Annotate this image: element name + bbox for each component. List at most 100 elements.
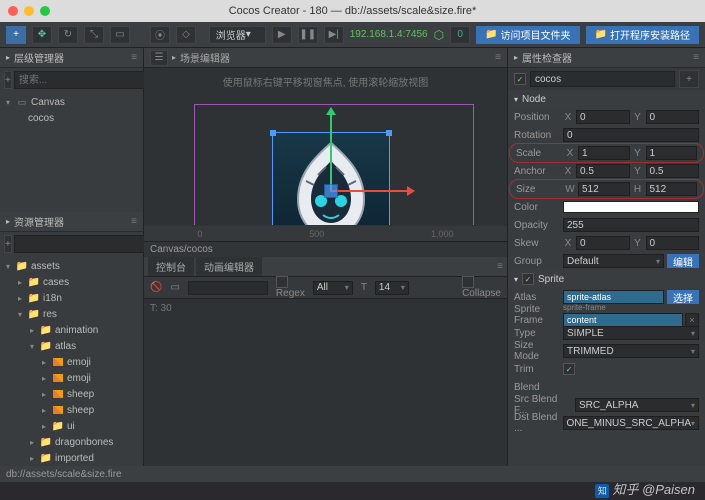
position-y-input[interactable]: 0 [646,110,700,124]
preview-address: 192.168.1.4:7456 [350,29,428,40]
sprite-section-header[interactable]: ▾✓Sprite [508,270,705,288]
console-filter-input[interactable] [188,281,268,295]
asset-folder[interactable]: 📁ui [4,418,139,434]
panel-menu-icon[interactable]: ≡ [497,261,503,272]
scene-tool-1[interactable]: ☰ [150,50,168,66]
console-collapse-checkbox[interactable]: Collapse [462,276,501,299]
node-section-header[interactable]: ▾Node [508,90,705,108]
gizmo-x-axis[interactable] [330,190,408,192]
open-app-path-button[interactable]: 📁 打开程序安装路径 [586,26,699,44]
window-title: Cocos Creator - 180 — db://assets/scale&… [0,5,705,17]
assets-add-button[interactable]: + [4,235,12,253]
main-toolbar: + ✥ ↻ ⤡ ▭ ⦿ ◇ 浏览器 ▾ ▶ ❚❚ ▶| 192.168.1.4:… [0,22,705,48]
console-regex-checkbox[interactable]: Regex [276,276,305,299]
add-component-button[interactable]: + [679,70,699,88]
close-window-button[interactable] [8,6,18,16]
anchor-x-input[interactable]: 0.5 [576,164,630,178]
size-mode-select[interactable]: TRIMMED [563,344,699,358]
gizmo-y-axis[interactable] [330,114,332,192]
asset-item[interactable]: sheep [4,402,139,418]
sprite-type-select[interactable]: SIMPLE [563,326,699,340]
scene-breadcrumb[interactable]: Canvas/cocos [144,241,507,257]
tab-console[interactable]: 控制台 [148,257,194,276]
asset-folder[interactable]: 📁i18n [4,290,139,306]
asset-folder[interactable]: 📁assets [4,258,139,274]
panel-menu-icon[interactable]: ≡ [693,52,699,63]
console-toolbar: 🚫 ▭ Regex All T 14 Collapse [144,277,507,299]
asset-folder[interactable]: 📁imported [4,450,139,466]
add-button[interactable]: + [6,26,26,44]
rotation-input[interactable]: 0 [563,128,699,142]
inspector-panel-header: ▸属性检查器 ≡ [508,48,705,68]
tab-animation[interactable]: 动画编辑器 [196,257,262,276]
size-w-input[interactable]: 512 [578,182,630,196]
atlas-field[interactable]: sprite-atlas [563,290,664,304]
watermark: 知知乎 @Paisen [595,479,695,498]
window-titlebar: Cocos Creator - 180 — db://assets/scale&… [0,0,705,22]
scale-tool-button[interactable]: ⤡ [84,26,104,44]
minimize-window-button[interactable] [24,6,34,16]
scene-panel-header: ☰ ▸ 场景编辑器 ≡ [144,48,507,68]
move-tool-button[interactable]: ✥ [32,26,52,44]
wifi-icon: ⬡ [434,28,444,42]
console-line: T: 30 [150,303,501,314]
dst-blend-select[interactable]: ONE_MINUS_SRC_ALPHA [563,416,700,430]
scale-y-input[interactable]: 1 [646,146,698,160]
asset-folder[interactable]: 📁res [4,306,139,322]
open-project-folder-button[interactable]: 📁 访问项目文件夹 [476,26,579,44]
device-count: 0 [450,26,470,44]
hierarchy-panel-header: ▸层级管理器 ≡ [0,48,143,68]
position-x-input[interactable]: 0 [576,110,630,124]
node-name-field[interactable]: cocos [530,71,675,87]
panel-menu-icon[interactable]: ≡ [131,52,137,63]
console-level-select[interactable]: All [313,281,353,295]
local-toggle-button[interactable]: ◇ [176,26,196,44]
pivot-toggle-button[interactable]: ⦿ [150,26,170,44]
hierarchy-node-canvas[interactable]: Canvas [4,94,139,110]
console-clear-button[interactable]: 🚫 [150,282,162,293]
atlas-select-button[interactable]: 选择 [667,290,699,304]
scene-viewport[interactable]: 使用鼠标右键平移视窗焦点, 使用滚轮缩放视图 05001,000 [144,68,507,241]
play-button[interactable]: ▶ [272,26,292,44]
skew-y-input[interactable]: 0 [646,236,700,250]
step-button[interactable]: ▶| [324,26,344,44]
scene-ruler: 05001,000 [144,225,507,241]
platform-select[interactable]: 浏览器 ▾ [209,26,266,44]
group-edit-button[interactable]: 编辑 [667,254,699,268]
skew-x-input[interactable]: 0 [576,236,630,250]
group-select[interactable]: Default [563,254,664,268]
asset-item[interactable]: emoji [4,354,139,370]
panel-menu-icon[interactable]: ≡ [495,52,501,63]
hierarchy-add-button[interactable]: + [4,71,12,89]
assets-panel-header: ▸资源管理器 ≡ [0,212,143,232]
asset-folder[interactable]: 📁cases [4,274,139,290]
trim-checkbox[interactable]: ✓ [563,363,575,375]
asset-item[interactable]: emoji [4,370,139,386]
anchor-y-input[interactable]: 0.5 [646,164,700,178]
opacity-input[interactable]: 255 [563,218,699,232]
gizmo-center[interactable] [324,184,338,198]
pause-button[interactable]: ❚❚ [298,26,318,44]
scale-x-input[interactable]: 1 [578,146,630,160]
console-open-button[interactable]: ▭ [170,282,179,293]
scene-panel-title: 场景编辑器 [180,50,230,65]
asset-folder[interactable]: 📁atlas [4,338,139,354]
bottom-panel-tabs: 控制台 动画编辑器 ≡ [144,257,507,277]
rotate-tool-button[interactable]: ↻ [58,26,78,44]
scene-hint-text: 使用鼠标右键平移视窗焦点, 使用滚轮缩放视图 [223,74,429,89]
font-size-icon: T [361,282,367,293]
rect-tool-button[interactable]: ▭ [110,26,130,44]
assets-search-input[interactable] [14,235,156,253]
size-h-input[interactable]: 512 [646,182,698,196]
hierarchy-search-input[interactable] [14,71,156,89]
color-picker[interactable] [563,201,699,213]
src-blend-select[interactable]: SRC_ALPHA [575,398,699,412]
panel-menu-icon[interactable]: ≡ [131,216,137,227]
asset-folder[interactable]: 📁dragonbones [4,434,139,450]
zoom-window-button[interactable] [40,6,50,16]
hierarchy-node-cocos[interactable]: cocos [4,110,139,126]
asset-folder[interactable]: 📁animation [4,322,139,338]
asset-item[interactable]: sheep [4,386,139,402]
console-fontsize-select[interactable]: 14 [375,281,409,295]
node-active-checkbox[interactable]: ✓ [514,73,526,85]
